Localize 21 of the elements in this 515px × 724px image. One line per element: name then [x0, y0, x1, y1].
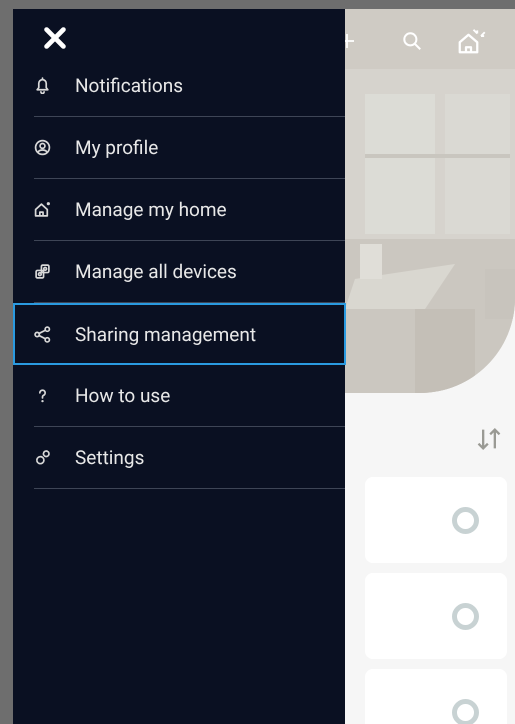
gears-icon — [34, 449, 51, 466]
power-ring-icon[interactable] — [452, 698, 479, 724]
menu-item[interactable]: Notifications — [34, 55, 345, 117]
person-circle-icon — [34, 139, 51, 156]
device-card[interactable] — [365, 477, 507, 563]
bell-icon — [34, 77, 51, 94]
menu-item[interactable]: Manage all devices — [34, 241, 345, 303]
search-icon[interactable] — [401, 30, 423, 52]
menu-item[interactable]: Settings — [34, 427, 345, 489]
power-ring-icon[interactable] — [452, 506, 479, 534]
cubes-icon — [34, 263, 51, 280]
sort-icon[interactable] — [475, 425, 503, 453]
menu-item[interactable]: My profile — [34, 117, 345, 179]
menu-item[interactable]: How to use — [34, 365, 345, 427]
power-ring-icon[interactable] — [452, 602, 479, 630]
menu-item[interactable]: Sharing management — [13, 303, 346, 365]
house-icon — [34, 201, 51, 218]
menu-item[interactable]: Manage my home — [34, 179, 345, 241]
house-arrows-icon[interactable] — [456, 26, 486, 56]
share-icon — [34, 326, 51, 342]
device-card[interactable] — [365, 573, 507, 659]
